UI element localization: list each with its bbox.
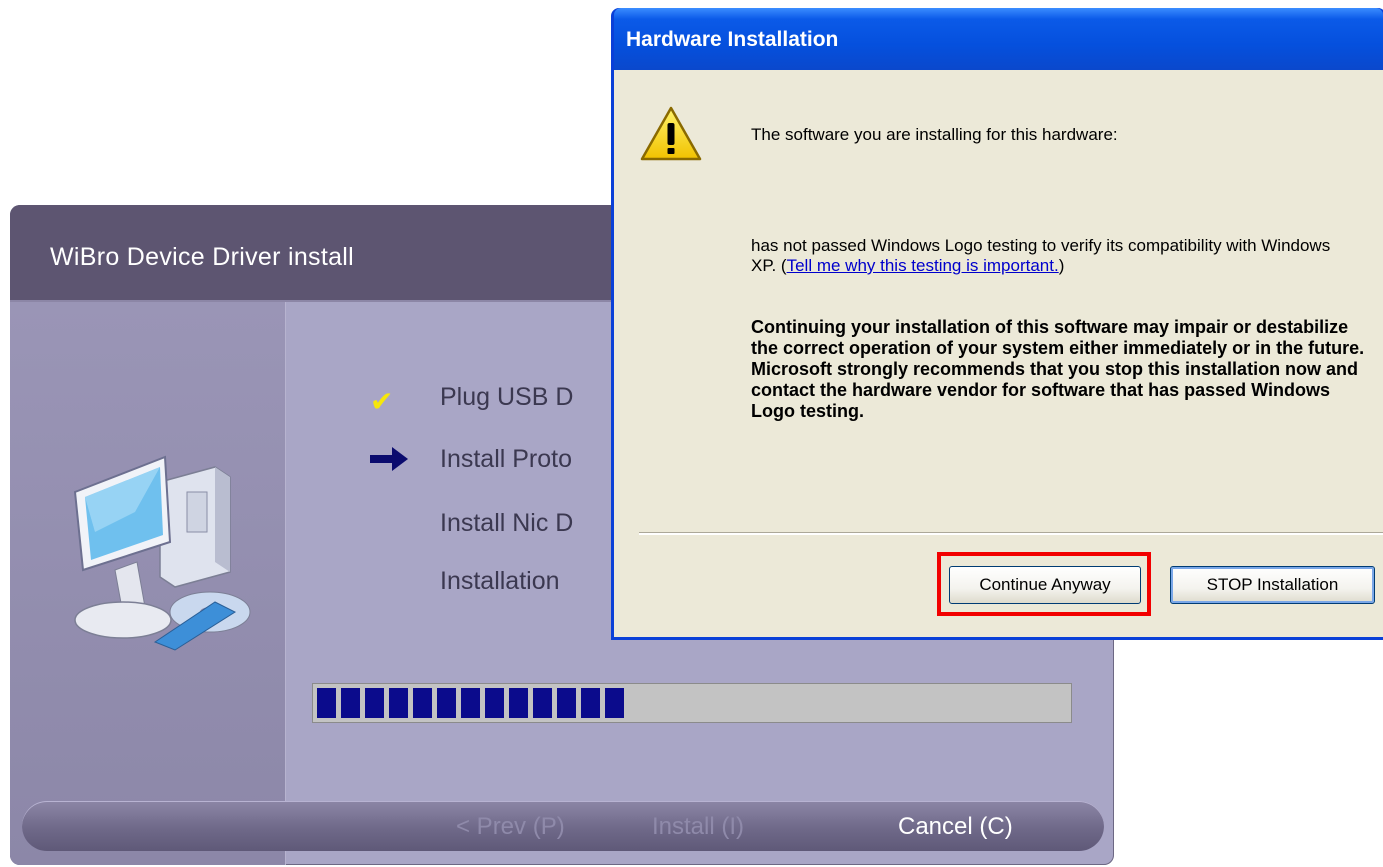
installer-title: WiBro Device Driver install xyxy=(50,243,354,271)
continue-anyway-label: Continue Anyway xyxy=(979,575,1111,594)
warning-icon xyxy=(640,106,702,161)
check-icon: ✔ xyxy=(370,386,394,417)
why-testing-link[interactable]: Tell me why this testing is important. xyxy=(787,256,1059,275)
continue-anyway-button[interactable]: Continue Anyway xyxy=(949,566,1141,604)
dialog-title-bar[interactable]: Hardware Installation xyxy=(614,8,1383,70)
step-install-protocol: Install Proto xyxy=(440,445,573,473)
step-plug-usb: Plug USB D xyxy=(440,383,574,411)
dialog-message-intro: The software you are installing for this… xyxy=(751,125,1118,144)
install-button[interactable]: Install (I) xyxy=(652,813,744,841)
step-install-nic: Install Nic D xyxy=(440,509,574,537)
dialog-message-logo: has not passed Windows Logo testing to v… xyxy=(751,236,1351,276)
logo-testing-suffix: ) xyxy=(1058,256,1065,275)
step-installation: Installation xyxy=(440,567,560,595)
dialog-body: The software you are installing for this… xyxy=(614,70,1383,637)
dialog-title: Hardware Installation xyxy=(626,28,839,51)
stop-installation-button[interactable]: STOP Installation xyxy=(1170,566,1375,604)
prev-button[interactable]: < Prev (P) xyxy=(456,813,565,841)
cancel-button[interactable]: Cancel (C) xyxy=(898,813,1013,841)
install-progress-bar xyxy=(312,683,1072,723)
installer-button-bar: < Prev (P) Install (I) Cancel (C) xyxy=(22,801,1104,851)
hardware-installation-dialog: Hardware Installation The software you a… xyxy=(611,8,1383,640)
installer-side-panel xyxy=(10,302,286,865)
progress-fill xyxy=(317,688,625,718)
dialog-separator xyxy=(639,532,1383,535)
dialog-warning-text: Continuing your installation of this sof… xyxy=(751,317,1365,421)
computer-icon xyxy=(73,455,251,651)
stop-installation-label: STOP Installation xyxy=(1206,575,1339,594)
arrow-right-icon xyxy=(370,447,408,471)
